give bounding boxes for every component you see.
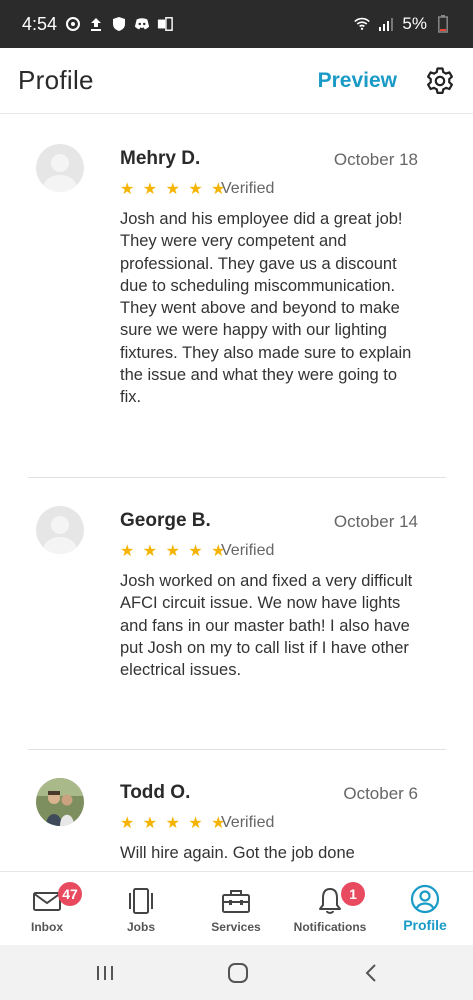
- review-text: Josh and his employee did a great job! T…: [120, 210, 412, 407]
- divider: [28, 477, 446, 478]
- reviewer-name: Mehry D.: [120, 148, 201, 169]
- star-rating: ★ ★ ★ ★ ★: [120, 543, 228, 560]
- sim-icon: [157, 16, 173, 32]
- review-date: October 18: [333, 150, 418, 169]
- divider: [28, 749, 446, 750]
- sync-icon: [65, 16, 81, 32]
- inbox-badge: 47: [58, 882, 82, 906]
- home-icon[interactable]: [224, 960, 252, 986]
- app-header: Profile Preview: [0, 48, 473, 114]
- avatar: [36, 778, 84, 826]
- recent-apps-icon[interactable]: [91, 960, 119, 986]
- toolbox-icon: [221, 886, 251, 916]
- profile-icon: [410, 884, 440, 914]
- jobs-icon: [126, 886, 156, 916]
- reviewer-name: Todd O.: [120, 782, 191, 803]
- shield-icon: [111, 16, 127, 32]
- notifications-badge: 1: [341, 882, 365, 906]
- upload-icon: [88, 16, 104, 32]
- avatar: [36, 506, 84, 554]
- verified-label: Verified: [221, 180, 275, 197]
- nav-notifications[interactable]: 1 Notifications: [283, 872, 377, 946]
- nav-label: Services: [211, 920, 261, 934]
- battery-percent: 5%: [402, 14, 427, 33]
- nav-profile[interactable]: Profile: [378, 872, 472, 946]
- review-date: October 14: [333, 512, 418, 531]
- nav-inbox[interactable]: 47 Inbox: [0, 872, 94, 946]
- signal-icon: [378, 16, 394, 32]
- nav-label: Profile: [403, 917, 447, 933]
- review-text: Will hire again. Got the job done: [120, 844, 355, 862]
- reviews-list[interactable]: Mehry D. October 18 ★ ★ ★ ★ ★ Verified J…: [0, 115, 473, 871]
- wifi-icon: [354, 16, 371, 32]
- review-text: Josh worked on and fixed a very difficul…: [120, 572, 413, 680]
- reviewer-name: George B.: [120, 510, 211, 531]
- star-rating: ★ ★ ★ ★ ★: [120, 181, 228, 198]
- nav-label: Notifications: [293, 920, 367, 934]
- status-bar: 4:54 5%: [0, 0, 473, 48]
- verified-label: Verified: [221, 542, 275, 559]
- gear-icon[interactable]: [425, 66, 455, 96]
- bottom-nav: 47 Inbox Jobs Services 1 Notifications P…: [0, 871, 473, 945]
- page-title: Profile: [18, 65, 94, 95]
- verified-label: Verified: [221, 814, 275, 831]
- star-rating: ★ ★ ★ ★ ★: [120, 815, 228, 832]
- preview-button[interactable]: Preview: [318, 69, 397, 93]
- nav-services[interactable]: Services: [189, 872, 283, 946]
- battery-icon: [435, 15, 451, 33]
- back-icon[interactable]: [357, 960, 385, 986]
- nav-label: Jobs: [126, 920, 155, 934]
- discord-icon: [134, 16, 150, 32]
- clock: 4:54: [22, 13, 58, 34]
- avatar: [36, 144, 84, 192]
- nav-jobs[interactable]: Jobs: [94, 872, 188, 946]
- review-date: October 6: [343, 784, 418, 803]
- nav-label: Inbox: [31, 920, 63, 934]
- system-nav-bar: [0, 945, 473, 1000]
